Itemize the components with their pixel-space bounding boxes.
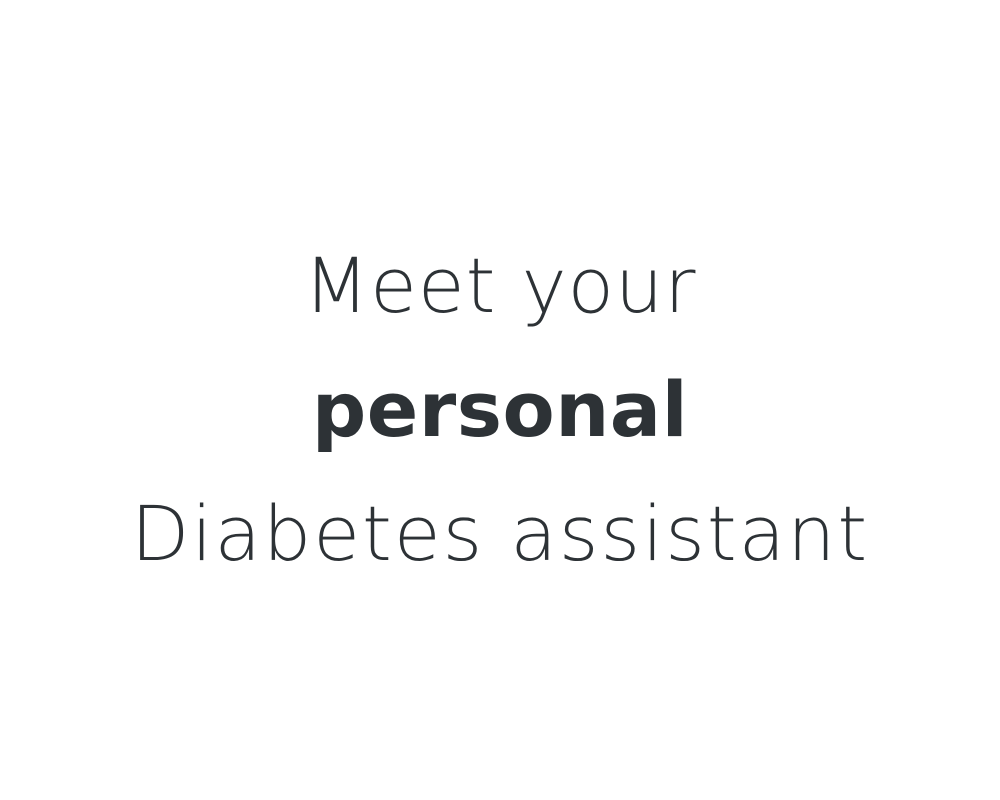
splash-screen: Meet your personal Diabetes assistant <box>0 0 1000 800</box>
headline: Meet your personal Diabetes assistant <box>0 224 1000 596</box>
headline-line-1: Meet your <box>303 241 697 330</box>
headline-line-2: personal <box>311 365 689 454</box>
headline-line-3: Diabetes assistant <box>130 489 870 578</box>
